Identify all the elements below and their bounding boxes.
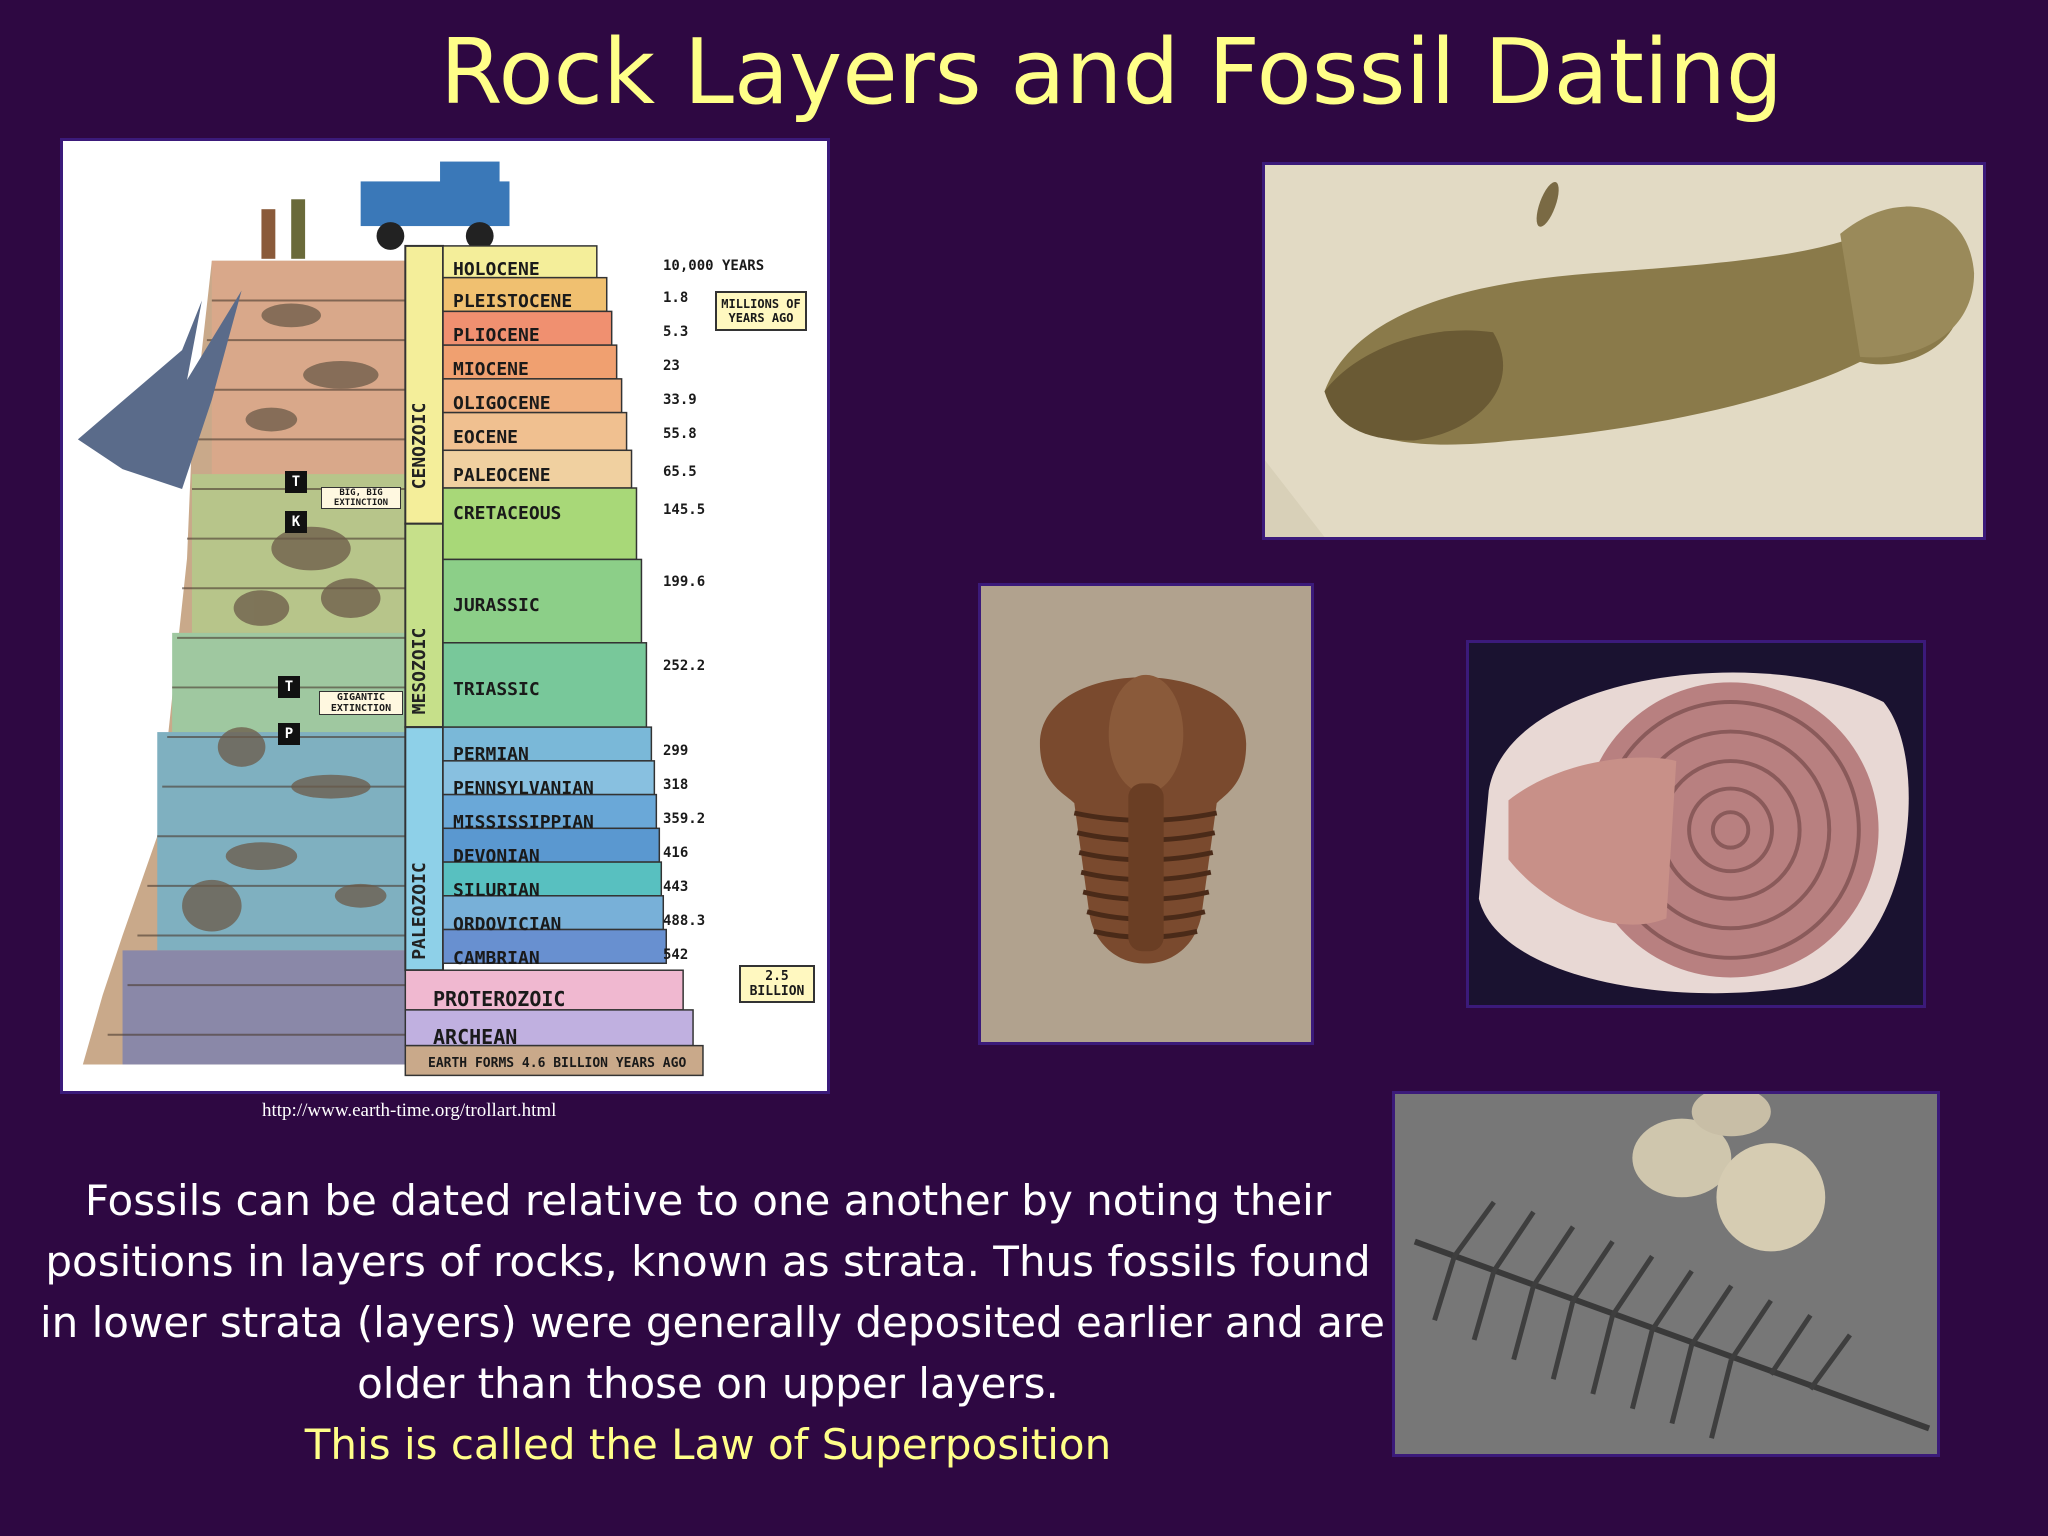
age-permian: 299 <box>663 743 689 759</box>
trilobite-fossil-image <box>981 586 1311 1042</box>
fish-fossil-photo <box>1262 162 1986 540</box>
fern-fossil-image <box>1395 1094 1937 1454</box>
period-archean: ARCHEAN <box>433 1025 518 1049</box>
period-jurassic: JURASSIC <box>453 595 540 616</box>
boundary-tag-p: P <box>278 723 300 745</box>
ammonite-fossil-image <box>1469 643 1923 1005</box>
body-line-1: Fossils can be dated relative to one ano… <box>84 1176 1332 1225</box>
age-triassic: 252.2 <box>663 658 706 674</box>
age-jurassic: 199.6 <box>663 574 706 590</box>
period-paleocene: PALEOCENE <box>453 465 551 486</box>
age-ordovician: 488.3 <box>663 913 706 929</box>
age-oligocene: 33.9 <box>663 392 697 408</box>
period-devonian: DEVONIAN <box>453 846 540 867</box>
period-miocene: MIOCENE <box>453 359 529 380</box>
image-credit-url: http://www.earth-time.org/trollart.html <box>262 1100 557 1121</box>
period-pennsylvanian: PENNSYLVANIAN <box>453 778 594 799</box>
age-cretaceous: 145.5 <box>663 502 706 518</box>
period-triassic: TRIASSIC <box>453 679 540 700</box>
period-pliocene: PLIOCENE <box>453 325 540 346</box>
body-line-2: positions in layers of rocks, known as s… <box>45 1237 1371 1286</box>
boundary-tag-t1: T <box>285 471 307 493</box>
period-eocene: EOCENE <box>453 427 519 448</box>
age-labels: 10,000 YEARS 1.8 5.3 23 33.9 55.8 65.5 1… <box>663 249 764 972</box>
units-box: MILLIONS OF YEARS AGO <box>715 291 807 331</box>
law-of-superposition-line: This is called the Law of Superposition <box>304 1420 1112 1469</box>
period-proterozoic: PROTEROZOIC <box>433 987 566 1011</box>
slide-title: Rock Layers and Fossil Dating <box>440 20 1784 125</box>
period-pleistocene: PLEISTOCENE <box>453 291 573 312</box>
age-devonian: 416 <box>663 845 689 861</box>
extinction-note-gigantic: GIGANTIC EXTINCTION <box>319 691 403 715</box>
extinction-note-big: BIG, BIG EXTINCTION <box>321 487 401 509</box>
period-silurian: SILURIAN <box>453 880 540 901</box>
bottom-label: EARTH FORMS 4.6 BILLION YEARS AGO <box>428 1056 687 1071</box>
period-cambrian: CAMBRIAN <box>453 948 540 969</box>
fish-fossil-image <box>1265 165 1983 537</box>
era-label-paleozoic: PALEOZOIC <box>409 862 430 960</box>
period-labels: HOLOCENE PLEISTOCENE PLIOCENE MIOCENE OL… <box>453 253 594 976</box>
age-pennsylvanian: 318 <box>663 777 689 793</box>
period-holocene: HOLOCENE <box>453 259 540 280</box>
period-ordovician: ORDOVICIAN <box>453 914 562 935</box>
era-label-mesozoic: MESOZOIC <box>409 627 430 715</box>
body-paragraph: Fossils can be dated relative to one ano… <box>40 1170 1385 1475</box>
age-eocene: 55.8 <box>663 426 697 442</box>
body-line-3: in lower strata (layers) were generally … <box>40 1298 1385 1347</box>
period-cretaceous: CRETACEOUS <box>453 503 562 524</box>
trilobite-fossil-photo <box>978 583 1314 1045</box>
period-oligocene: OLIGOCENE <box>453 393 551 414</box>
age-silurian: 443 <box>663 879 689 895</box>
age-mississippian: 359.2 <box>663 811 706 827</box>
period-mississippian: MISSISSIPPIAN <box>453 812 594 833</box>
age-holocene: 10,000 YEARS <box>663 258 765 274</box>
age-proterozoic: 2.5 BILLION <box>739 965 815 1003</box>
figures-on-top <box>261 161 510 259</box>
ammonite-fossil-photo <box>1466 640 1926 1008</box>
age-miocene: 23 <box>663 358 680 374</box>
boundary-tag-k: K <box>285 511 307 533</box>
geologic-strata-illustration: CENOZOIC MESOZOIC PALEOZOIC HOLOCENE PLE… <box>60 138 830 1094</box>
era-label-cenozoic: CENOZOIC <box>409 402 430 490</box>
fern-fossil-photo <box>1392 1091 1940 1457</box>
body-line-4: older than those on upper layers. <box>357 1359 1059 1408</box>
age-paleocene: 65.5 <box>663 464 697 480</box>
boundary-tag-t2: T <box>278 676 300 698</box>
period-permian: PERMIAN <box>453 744 529 765</box>
